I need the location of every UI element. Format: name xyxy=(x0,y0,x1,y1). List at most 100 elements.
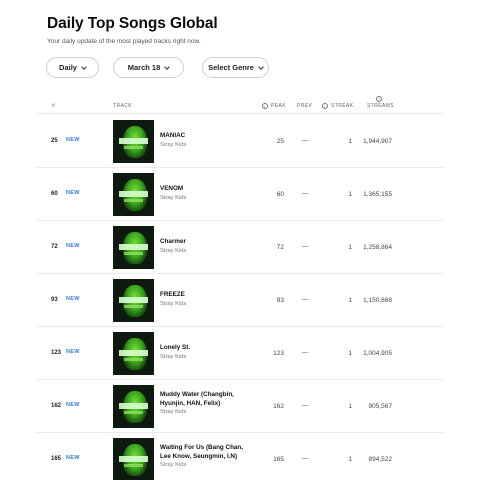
prev-value: — xyxy=(302,402,309,409)
frequency-label: Daily xyxy=(59,63,77,72)
album-art[interactable] xyxy=(113,332,154,375)
prev-value: — xyxy=(302,296,309,303)
streams-value: 1,258,864 xyxy=(363,244,392,251)
peak-value: 165 xyxy=(273,456,284,463)
info-icon[interactable]: ? xyxy=(376,96,382,102)
streams-value: 905,567 xyxy=(368,403,393,410)
new-badge: NEW xyxy=(66,296,80,302)
song-title[interactable]: Lonely St. xyxy=(160,344,250,353)
streak-value: 1 xyxy=(348,297,352,304)
artist-name[interactable]: Stray Kids xyxy=(160,142,250,148)
rank-value: 60 xyxy=(51,191,58,197)
table-header: # TRACK i PEAK PREV i STREAK ? STREAMS xyxy=(36,96,444,114)
column-peak-label: PEAK xyxy=(271,103,286,109)
track-info: Charmer Stray Kids xyxy=(160,238,250,254)
genre-dropdown[interactable]: Select Genre xyxy=(202,57,269,78)
rank-value: 25 xyxy=(51,138,58,144)
album-art[interactable] xyxy=(113,120,154,163)
album-art[interactable] xyxy=(113,173,154,216)
prev-value: — xyxy=(302,137,309,144)
peak-value: 123 xyxy=(273,350,284,357)
streams-value: 1,004,905 xyxy=(363,350,392,357)
song-title[interactable]: Charmer xyxy=(160,238,250,247)
prev-value: — xyxy=(302,243,309,250)
rank-value: 93 xyxy=(51,297,58,303)
table-row[interactable]: 123 NEW Lonely St. Stray Kids 123 — 1 1,… xyxy=(36,327,444,380)
track-info: Waiting For Us (Bang Chan, Lee Know, Seu… xyxy=(160,444,250,468)
rank-value: 72 xyxy=(51,244,58,250)
column-streak[interactable]: i STREAK xyxy=(322,103,353,109)
track-info: MANIAC Stray Kids xyxy=(160,132,250,148)
column-streams-label: STREAMS xyxy=(367,103,394,109)
streak-value: 1 xyxy=(348,456,352,463)
artist-name[interactable]: Stray Kids xyxy=(160,195,250,201)
track-info: VENOM Stray Kids xyxy=(160,185,250,201)
streak-value: 1 xyxy=(348,350,352,357)
streams-value: 1,944,907 xyxy=(363,138,392,145)
date-label: March 18 xyxy=(127,63,161,72)
track-info: Muddy Water (Changbin, Hyunjin, HAN, Fel… xyxy=(160,391,250,415)
column-streams[interactable]: ? STREAMS xyxy=(367,96,394,109)
track-info: Lonely St. Stray Kids xyxy=(160,344,250,360)
peak-value: 72 xyxy=(276,244,284,251)
album-art[interactable] xyxy=(113,385,154,428)
table-row[interactable]: 25 NEW MANIAC Stray Kids 25 — 1 1,944,90… xyxy=(36,115,444,168)
page-subtitle: Your daily update of the most played tra… xyxy=(47,38,201,45)
peak-value: 162 xyxy=(273,403,284,410)
peak-value: 60 xyxy=(276,191,284,198)
new-badge: NEW xyxy=(66,137,80,143)
info-icon[interactable]: i xyxy=(322,103,328,109)
column-rank: # xyxy=(52,103,56,109)
peak-value: 93 xyxy=(276,297,284,304)
album-art[interactable] xyxy=(113,226,154,269)
prev-value: — xyxy=(302,190,309,197)
column-peak[interactable]: i PEAK xyxy=(262,103,286,109)
column-track: TRACK xyxy=(113,103,132,109)
streams-value: 1,150,668 xyxy=(363,297,392,304)
new-badge: NEW xyxy=(66,190,80,196)
page-title: Daily Top Songs Global xyxy=(47,15,218,32)
prev-value: — xyxy=(302,349,309,356)
track-info: FREEZE Stray Kids xyxy=(160,291,250,307)
artist-name[interactable]: Stray Kids xyxy=(160,462,250,468)
streak-value: 1 xyxy=(348,191,352,198)
streams-value: 1,365,155 xyxy=(363,191,392,198)
streak-value: 1 xyxy=(348,244,352,251)
artist-name[interactable]: Stray Kids xyxy=(160,354,250,360)
chevron-down-icon xyxy=(258,63,264,70)
column-streak-label: STREAK xyxy=(331,103,354,109)
streak-value: 1 xyxy=(348,138,352,145)
rank-value: 165 xyxy=(51,456,62,462)
streak-value: 1 xyxy=(348,403,352,410)
rank-value: 123 xyxy=(51,350,62,356)
streams-value: 894,522 xyxy=(368,456,393,463)
date-dropdown[interactable]: March 18 xyxy=(113,57,184,78)
album-art[interactable] xyxy=(113,438,154,480)
prev-value: — xyxy=(302,455,309,462)
table-row[interactable]: 162 NEW Muddy Water (Changbin, Hyunjin, … xyxy=(36,380,444,433)
peak-value: 25 xyxy=(276,138,284,145)
new-badge: NEW xyxy=(66,349,80,355)
artist-name[interactable]: Stray Kids xyxy=(160,301,250,307)
artist-name[interactable]: Stray Kids xyxy=(160,248,250,254)
song-title[interactable]: MANIAC xyxy=(160,132,250,141)
table-row[interactable]: 93 NEW FREEZE Stray Kids 93 — 1 1,150,66… xyxy=(36,274,444,327)
album-art[interactable] xyxy=(113,279,154,322)
chevron-down-icon xyxy=(164,63,171,70)
rank-value: 162 xyxy=(51,403,62,409)
genre-label: Select Genre xyxy=(208,63,254,72)
new-badge: NEW xyxy=(66,402,80,408)
artist-name[interactable]: Stray Kids xyxy=(160,409,250,415)
song-title[interactable]: FREEZE xyxy=(160,291,250,300)
chart-table: 25 NEW MANIAC Stray Kids 25 — 1 1,944,90… xyxy=(36,115,444,480)
table-row[interactable]: 165 NEW Waiting For Us (Bang Chan, Lee K… xyxy=(36,433,444,480)
table-row[interactable]: 60 NEW VENOM Stray Kids 60 — 1 1,365,155 xyxy=(36,168,444,221)
table-row[interactable]: 72 NEW Charmer Stray Kids 72 — 1 1,258,8… xyxy=(36,221,444,274)
song-title[interactable]: VENOM xyxy=(160,185,250,194)
song-title[interactable]: Muddy Water (Changbin, Hyunjin, HAN, Fel… xyxy=(160,391,250,408)
column-prev: PREV xyxy=(297,103,313,109)
song-title[interactable]: Waiting For Us (Bang Chan, Lee Know, Seu… xyxy=(160,444,250,461)
new-badge: NEW xyxy=(66,243,80,249)
frequency-dropdown[interactable]: Daily xyxy=(46,57,99,78)
info-icon[interactable]: i xyxy=(262,103,268,109)
